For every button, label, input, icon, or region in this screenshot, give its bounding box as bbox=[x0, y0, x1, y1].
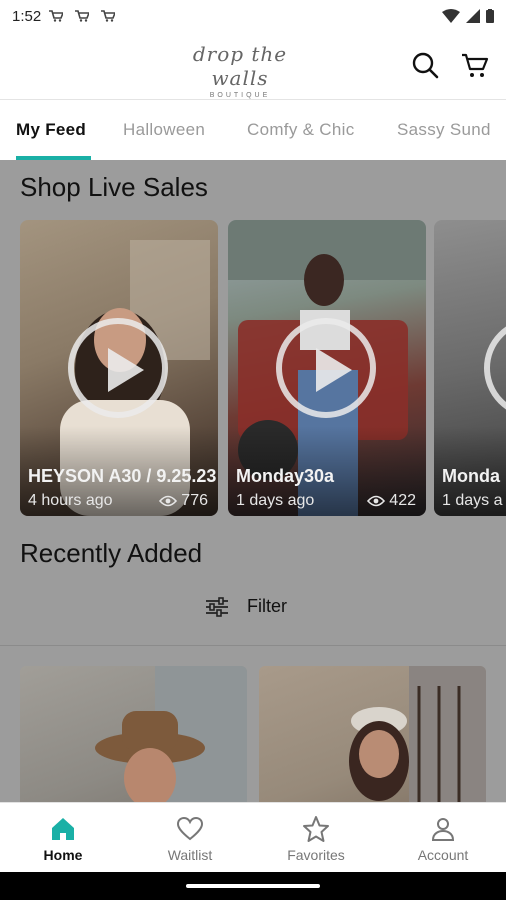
recently-added-title: Recently Added bbox=[20, 538, 203, 568]
shop-live-title: Shop Live Sales bbox=[20, 172, 208, 202]
heart-icon bbox=[176, 816, 204, 841]
live-card-time: 1 days ago bbox=[236, 492, 315, 509]
status-time: 1:52 bbox=[12, 7, 42, 25]
product-card[interactable] bbox=[259, 666, 486, 802]
nav-home-label: Home bbox=[43, 847, 83, 863]
play-icon[interactable] bbox=[68, 318, 168, 418]
cart-notification-icon bbox=[101, 10, 116, 22]
battery-icon bbox=[486, 9, 494, 23]
cart-icon[interactable] bbox=[460, 50, 490, 80]
nav-favorites-label: Favorites bbox=[287, 847, 345, 863]
bottom-navigation: Home Waitlist Favorites Account bbox=[0, 802, 506, 872]
tab-my-feed[interactable]: My Feed bbox=[16, 120, 86, 140]
home-gesture-handle[interactable] bbox=[186, 884, 320, 888]
live-card-views: 776 bbox=[159, 492, 208, 510]
tab-halloween[interactable]: Halloween bbox=[123, 120, 205, 140]
wifi-icon bbox=[442, 9, 460, 23]
home-icon bbox=[52, 818, 74, 840]
live-card-views: 422 bbox=[367, 492, 416, 510]
tab-sassy-sunday[interactable]: Sassy Sund bbox=[397, 120, 491, 140]
view-count: 422 bbox=[389, 492, 416, 509]
play-icon[interactable] bbox=[484, 318, 506, 418]
nav-waitlist[interactable]: Waitlist bbox=[140, 815, 240, 863]
status-bar: 1:52 bbox=[0, 0, 506, 32]
feed-content: Shop Live Sales HEYSON A30 / 9.25.23 4 h… bbox=[0, 160, 506, 802]
live-sale-card[interactable]: HEYSON A30 / 9.25.23 4 hours ago 776 bbox=[20, 220, 218, 516]
signal-icon bbox=[466, 9, 480, 23]
star-icon bbox=[303, 816, 329, 842]
brand-logo[interactable]: drop the walls BOUTIQUE bbox=[180, 42, 300, 99]
live-card-time: 1 days a bbox=[442, 492, 503, 509]
cart-notification-icon bbox=[75, 10, 90, 22]
live-card-title: Monday30a bbox=[236, 466, 335, 486]
cart-notification-icon bbox=[49, 10, 64, 22]
live-card-time: 4 hours ago bbox=[28, 492, 113, 509]
view-count: 776 bbox=[181, 492, 208, 509]
nav-favorites[interactable]: Favorites bbox=[266, 815, 366, 863]
product-image bbox=[349, 666, 486, 802]
app-header: drop the walls BOUTIQUE bbox=[0, 32, 506, 100]
filter-sliders-icon bbox=[206, 596, 228, 617]
filter-label: Filter bbox=[247, 596, 287, 616]
filter-button[interactable]: Filter bbox=[205, 596, 287, 617]
live-card-title: HEYSON A30 / 9.25.23 bbox=[28, 466, 217, 486]
nav-account[interactable]: Account bbox=[393, 815, 493, 863]
eye-icon bbox=[159, 495, 178, 507]
live-card-title: Monda bbox=[442, 466, 500, 486]
search-icon[interactable] bbox=[410, 50, 440, 80]
nav-waitlist-label: Waitlist bbox=[167, 847, 213, 863]
filter-row: Filter bbox=[0, 588, 506, 646]
logo-script: drop the walls bbox=[192, 42, 288, 90]
logo-subtitle: BOUTIQUE bbox=[209, 92, 271, 99]
eye-icon bbox=[367, 495, 386, 507]
live-sale-card[interactable]: Monda 1 days a bbox=[434, 220, 506, 516]
play-icon[interactable] bbox=[276, 318, 376, 418]
nav-account-label: Account bbox=[417, 847, 469, 863]
product-card[interactable] bbox=[20, 666, 247, 802]
product-image bbox=[95, 666, 247, 802]
category-tabs: My Feed Halloween Comfy & Chic Sassy Sun… bbox=[0, 100, 506, 160]
person-icon bbox=[431, 818, 455, 841]
tab-comfy-chic[interactable]: Comfy & Chic bbox=[247, 120, 355, 140]
system-gesture-bar bbox=[0, 872, 506, 900]
live-sale-card[interactable]: Monday30a 1 days ago 422 bbox=[228, 220, 426, 516]
nav-home[interactable]: Home bbox=[13, 815, 113, 863]
